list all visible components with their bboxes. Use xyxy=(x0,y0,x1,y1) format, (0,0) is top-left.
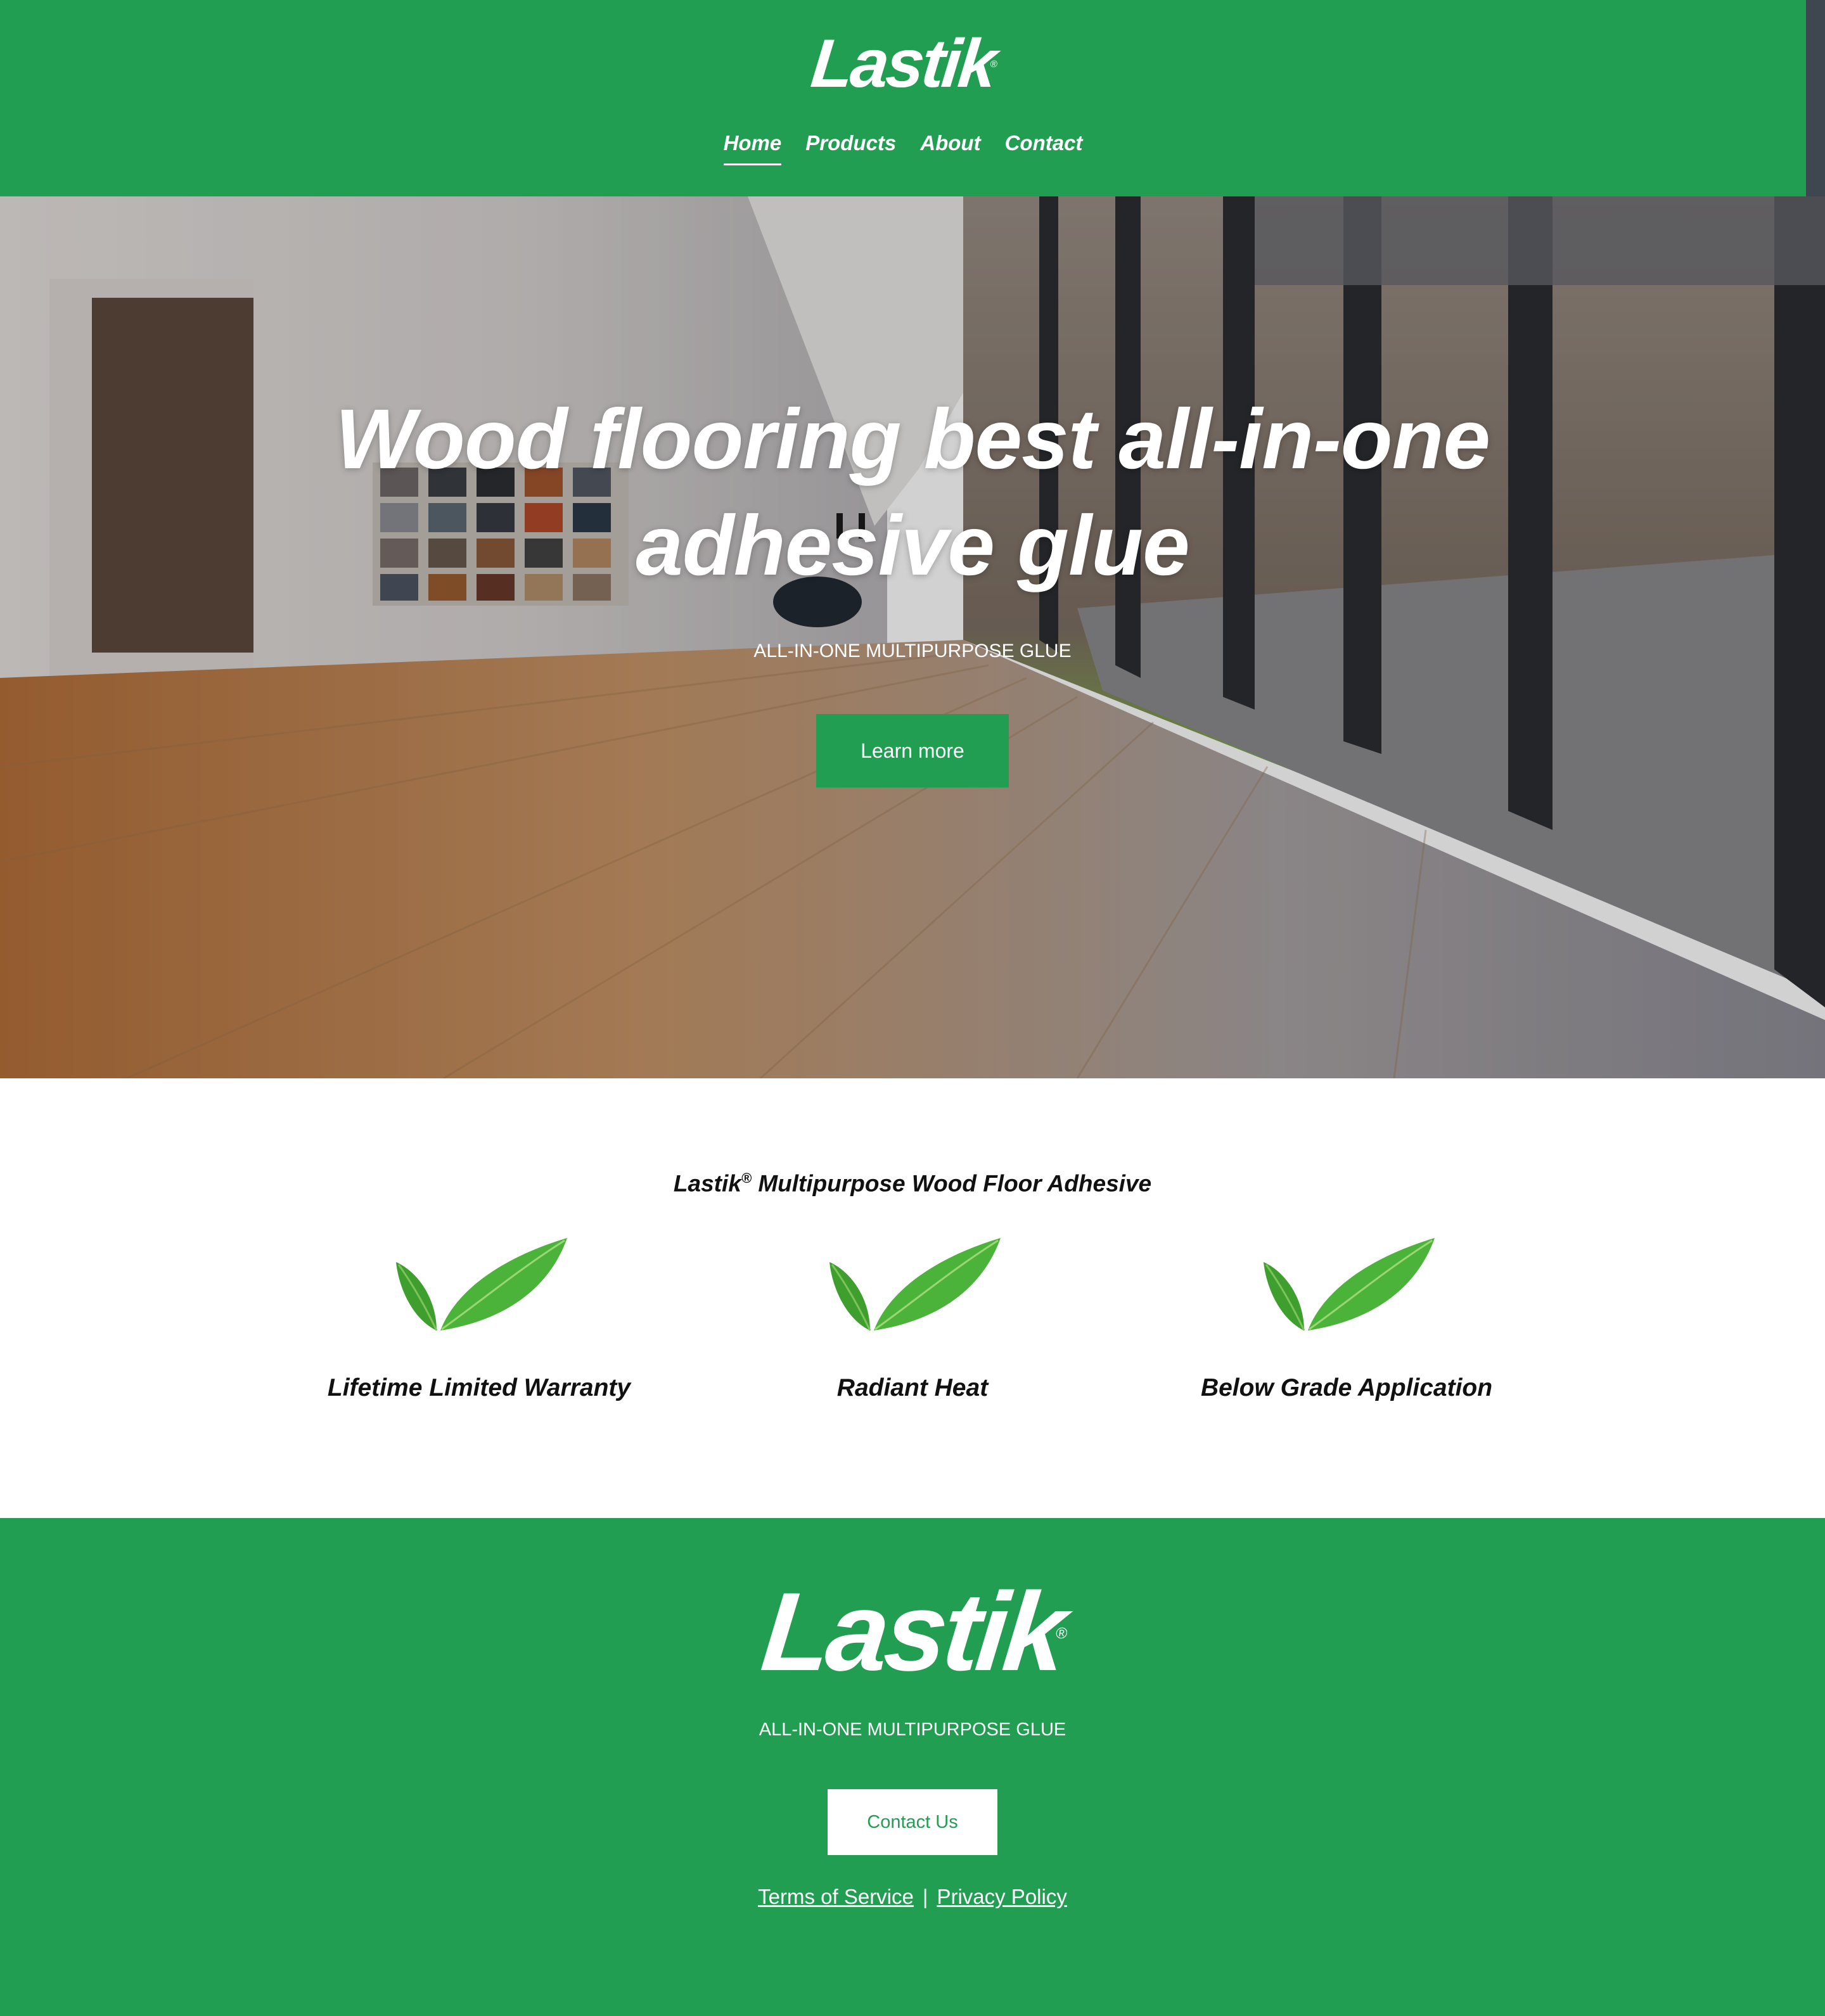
feature-label-below-grade: Below Grade Application xyxy=(1200,1374,1493,1401)
header-logo-wrap: Lastik ® xyxy=(0,25,1806,101)
leaf-check-icon xyxy=(829,1238,1001,1331)
features-section: Lastik® Multipurpose Wood Floor Adhesive… xyxy=(0,1078,1825,1518)
feature-item-radiant-heat: Radiant Heat xyxy=(722,1230,1103,1404)
footer-link-separator: | xyxy=(922,1885,928,1908)
nav-item-contact[interactable]: Contact xyxy=(1005,129,1083,165)
privacy-policy-link[interactable]: Privacy Policy xyxy=(937,1885,1066,1908)
footer-logo-wrap: Lastik ® xyxy=(0,1569,1825,1695)
nav-item-products[interactable]: Products xyxy=(805,129,896,165)
contact-us-button[interactable]: Contact Us xyxy=(828,1789,997,1855)
footer-subtitle: ALL-IN-ONE MULTIPURPOSE GLUE xyxy=(759,1719,1066,1740)
hero-subtitle: ALL-IN-ONE MULTIPURPOSE GLUE xyxy=(753,641,1072,661)
feature-item-warranty: Lifetime Limited Warranty xyxy=(289,1230,669,1404)
footer-logo-text: Lastik xyxy=(756,1570,1069,1694)
header-logo-text: Lastik xyxy=(807,25,999,101)
learn-more-button[interactable]: Learn more xyxy=(816,714,1009,788)
feature-label-warranty: Lifetime Limited Warranty xyxy=(327,1374,631,1401)
header-logo[interactable]: Lastik ® xyxy=(808,25,999,101)
features-title-rest: Multipurpose Wood Floor Adhesive xyxy=(752,1170,1152,1197)
features-title-mark: ® xyxy=(741,1170,752,1186)
leaf-check-icon xyxy=(396,1238,567,1331)
hero-section: Wood flooring best all-in-one adhesive g… xyxy=(0,196,1825,1078)
terms-of-service-link[interactable]: Terms of Service xyxy=(758,1885,914,1908)
feature-item-below-grade: Below Grade Application xyxy=(1156,1230,1537,1404)
leaf-check-icon xyxy=(1264,1238,1435,1331)
nav-item-about[interactable]: About xyxy=(920,129,980,165)
footer-logo[interactable]: Lastik ® xyxy=(756,1569,1069,1695)
site-header: Lastik ® Home Products About Contact xyxy=(0,0,1806,196)
header-edge-strip xyxy=(1806,0,1825,196)
hero-title: Wood flooring best all-in-one adhesive g… xyxy=(241,386,1584,599)
hero-background-image xyxy=(0,196,1825,1078)
hero-title-line1: Wood flooring best all-in-one xyxy=(335,392,1490,487)
main-nav: Home Products About Contact xyxy=(0,129,1806,165)
hero-title-line2: adhesive glue xyxy=(636,499,1189,593)
features-title-brand: Lastik xyxy=(673,1170,741,1197)
site-footer: Lastik ® ALL-IN-ONE MULTIPURPOSE GLUE Con… xyxy=(0,1518,1825,2016)
footer-links: Terms of Service | Privacy Policy xyxy=(0,1883,1825,1911)
features-title: Lastik® Multipurpose Wood Floor Adhesive xyxy=(0,1163,1825,1199)
nav-item-home[interactable]: Home xyxy=(723,129,782,165)
feature-label-radiant-heat: Radiant Heat xyxy=(836,1374,989,1401)
